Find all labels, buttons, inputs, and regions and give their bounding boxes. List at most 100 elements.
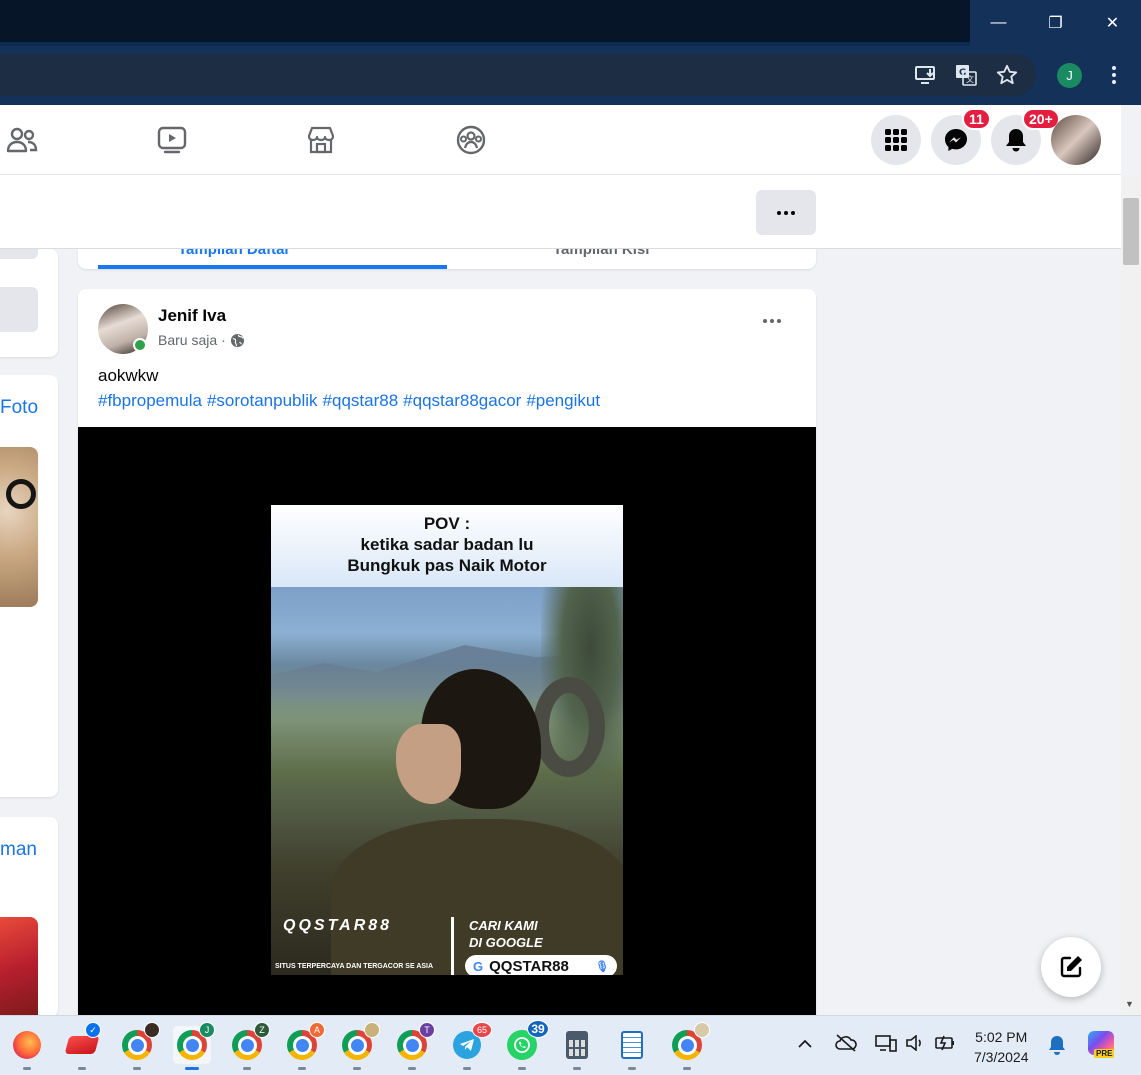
taskbar-firefox[interactable] <box>8 1026 46 1070</box>
browser-menu-icon[interactable] <box>1104 63 1124 87</box>
copilot-icon[interactable]: PRE <box>1088 1031 1116 1059</box>
post-text: aokwkw <box>98 366 159 385</box>
post-time[interactable]: Baru saja <box>158 332 217 348</box>
bookmark-star-icon[interactable] <box>995 63 1019 87</box>
system-clock[interactable]: 5:02 PM 7/3/2024 <box>974 1027 1029 1067</box>
close-button[interactable]: ✕ <box>1084 0 1141 46</box>
taskbar-chrome-profile-t[interactable]: T <box>393 1022 435 1070</box>
face <box>396 724 461 804</box>
post-hashtags: #fbpropemula #sorotanpublik #qqstar88 #q… <box>98 391 600 411</box>
video-caption: POV : ketika sadar badan lu Bungkuk pas … <box>271 505 623 587</box>
whatsapp-badge: 39 <box>527 1020 549 1038</box>
profile-subbar <box>0 175 1121 249</box>
profile-badge-z: Z <box>254 1022 270 1038</box>
battery-charging-icon[interactable] <box>934 1035 956 1054</box>
profile-person-badge <box>694 1022 710 1038</box>
globe-icon <box>230 333 244 347</box>
taskbar-chrome-profile-j[interactable]: J <box>173 1022 215 1070</box>
translate-icon[interactable]: G文 <box>954 63 978 87</box>
svg-text:文: 文 <box>966 74 974 84</box>
photo-thumbnail[interactable] <box>0 447 38 607</box>
left-photos-card: Foto <box>0 375 58 797</box>
taskbar-chrome-profile-3[interactable] <box>668 1022 710 1070</box>
taskbar-app-red[interactable]: ✓ <box>63 1022 101 1070</box>
google-search-pill: G QQSTAR88 🎙 <box>465 955 617 975</box>
notification-center-icon[interactable] <box>1047 1035 1067 1058</box>
edit-details-button[interactable] <box>0 287 38 332</box>
caption-line-1: POV : <box>423 514 471 533</box>
active-tab-indicator <box>98 265 447 269</box>
scrollbar-thumb[interactable] <box>1123 198 1139 265</box>
feed-post: Jenif Iva Baru saja · aokwkw #fbpropemul… <box>78 289 816 1029</box>
hashtag-link[interactable]: #fbpropemula <box>98 391 202 411</box>
search-hint-line-2: DI GOOGLE <box>469 935 543 950</box>
watch-video-icon[interactable] <box>155 123 189 157</box>
groups-icon[interactable] <box>454 123 488 157</box>
install-app-icon[interactable] <box>914 63 938 87</box>
grid-icon <box>885 129 907 151</box>
copilot-preview-tag: PRE <box>1094 1049 1115 1058</box>
telegram-badge: 65 <box>472 1022 492 1038</box>
hashtag-link[interactable]: #pengikut <box>526 391 600 411</box>
hashtag-link[interactable]: #qqstar88gacor <box>403 391 521 411</box>
friend-thumbnail[interactable] <box>0 917 38 1017</box>
tab-grid-view[interactable]: Tampilan Kisi <box>553 249 649 258</box>
post-author[interactable]: Jenif Iva <box>158 306 226 326</box>
clock-time: 5:02 PM <box>975 1029 1028 1045</box>
taskbar-whatsapp[interactable]: 39 <box>503 1020 549 1070</box>
window-controls: — ❐ ✕ <box>970 0 1141 46</box>
profile-badge-t: T <box>419 1022 435 1038</box>
volume-icon[interactable] <box>905 1034 925 1054</box>
new-message-button[interactable] <box>1041 937 1101 997</box>
left-card-button[interactable] <box>0 249 38 259</box>
meta-separator: · <box>221 332 226 348</box>
onedrive-offline-icon[interactable] <box>835 1034 857 1055</box>
address-bar[interactable] <box>0 54 1036 96</box>
see-all-photos-link[interactable]: Foto <box>0 397 38 419</box>
clock-date: 7/3/2024 <box>974 1049 1029 1065</box>
left-intro-card <box>0 249 58 357</box>
video-frame: POV : ketika sadar badan lu Bungkuk pas … <box>271 505 623 975</box>
taskbar-chrome-profile-2[interactable] <box>338 1022 380 1070</box>
hashtag-link[interactable]: #sorotanpublik <box>207 391 318 411</box>
tab-list-view[interactable]: Tampilan Daftar <box>178 249 290 258</box>
profile-badge-a: A <box>309 1022 325 1038</box>
friends-icon[interactable] <box>5 123 39 157</box>
taskbar-chrome-profile-1[interactable] <box>118 1022 160 1070</box>
video-logo-tagline: SITUS TERPERCAYA DAN TERGACOR SE ASIA <box>275 963 434 970</box>
see-all-friends-link[interactable]: man <box>0 839 37 861</box>
taskbar-telegram[interactable]: 65 <box>448 1022 492 1070</box>
firefox-icon <box>13 1031 41 1059</box>
restore-button[interactable]: ❐ <box>1027 0 1084 46</box>
profile-more-button[interactable] <box>756 190 816 235</box>
bell-icon <box>1006 129 1026 152</box>
post-meta: Baru saja · <box>158 332 245 348</box>
left-friends-card: man <box>0 817 58 1017</box>
taskbar-chrome-profile-z[interactable]: Z <box>228 1022 270 1070</box>
show-hidden-icons[interactable] <box>797 1036 813 1052</box>
post-video[interactable]: POV : ketika sadar badan lu Bungkuk pas … <box>78 427 816 1029</box>
notepad-icon <box>621 1031 643 1059</box>
check-badge-icon: ✓ <box>85 1022 101 1038</box>
video-logo: QQSTAR88 <box>283 917 393 934</box>
marketplace-icon[interactable] <box>304 123 338 157</box>
post-options-icon[interactable] <box>763 319 781 323</box>
profile-photo-badge <box>144 1022 160 1038</box>
taskbar-calculator[interactable] <box>558 1026 596 1070</box>
messenger-icon <box>945 129 967 151</box>
minimize-button[interactable]: — <box>970 0 1027 46</box>
caption-line-2: ketika sadar badan lu <box>360 535 534 554</box>
view-tabs: Tampilan Daftar Tampilan Kisi <box>78 249 816 269</box>
taskbar-notepad[interactable] <box>613 1026 651 1070</box>
network-icon[interactable] <box>875 1034 897 1055</box>
menu-grid-button[interactable] <box>871 115 921 165</box>
browser-toolbar: G文 J <box>0 46 1141 105</box>
account-avatar[interactable] <box>1051 115 1101 165</box>
glasses-icon <box>6 479 36 509</box>
search-hint: CARI KAMI DI GOOGLE <box>469 917 543 951</box>
taskbar-chrome-profile-a[interactable]: A <box>283 1022 325 1070</box>
scroll-down-arrow-icon[interactable]: ▼ <box>1125 999 1134 1009</box>
hashtag-link[interactable]: #qqstar88 <box>323 391 399 411</box>
page-scrollbar[interactable] <box>1121 175 1141 1015</box>
profile-avatar[interactable]: J <box>1057 63 1082 88</box>
